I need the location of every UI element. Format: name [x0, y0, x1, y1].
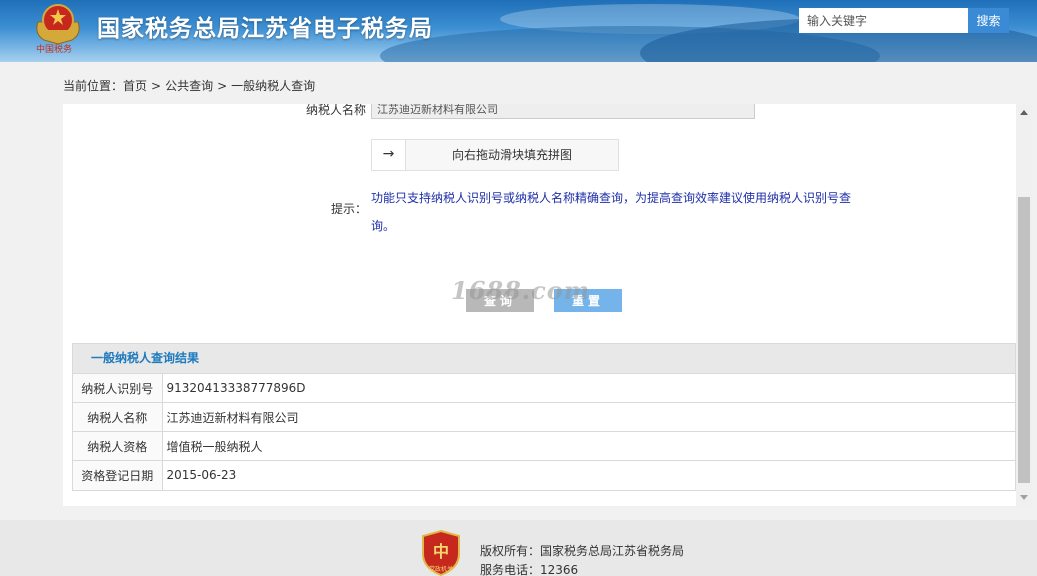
taxpayer-name-label: 纳税人名称 — [306, 104, 367, 117]
scroll-down-icon[interactable] — [1020, 495, 1028, 500]
breadcrumb-separator: > — [217, 79, 228, 93]
scrollbar-thumb[interactable] — [1018, 197, 1030, 483]
svg-text:中: 中 — [433, 542, 449, 561]
arrow-right-icon: → — [382, 146, 395, 162]
search-input[interactable] — [799, 8, 968, 33]
taxpayer-name-field[interactable]: 江苏迪迈新材料有限公司 — [371, 104, 755, 119]
row-value: 江苏迪迈新材料有限公司 — [162, 402, 1015, 432]
emblem-caption: 中国税务 — [36, 45, 73, 55]
row-value: 增值税一般纳税人 — [162, 431, 1015, 461]
copyright-text: 版权所有：国家税务总局江苏省税务局 — [480, 544, 685, 558]
site-title: 国家税务总局江苏省电子税务局 — [97, 16, 433, 42]
slider-hint: 向右拖动滑块填充拼图 — [451, 148, 572, 162]
svg-text:党政机关: 党政机关 — [429, 565, 453, 573]
breadcrumb-home[interactable]: 首页 — [123, 79, 147, 93]
watermark: 1688.com — [451, 276, 591, 305]
query-panel: 纳税人名称 江苏迪迈新材料有限公司 → 向右拖动滑块填充拼图 提示： 功能只支持… — [63, 104, 1032, 506]
row-value: 2015-06-23 — [162, 460, 1015, 490]
breadcrumb-separator: > — [151, 79, 162, 93]
site-header: 中国税务 国家税务总局江苏省电子税务局 搜索 — [0, 0, 1037, 62]
breadcrumb: 当前位置：首页 > 公共查询 > 一般纳税人查询 — [63, 77, 315, 94]
results-table: 一般纳税人查询结果 纳税人识别号 91320413338777896D 纳税人名… — [72, 343, 1016, 491]
breadcrumb-prefix: 当前位置： — [63, 79, 124, 93]
search-button[interactable]: 搜索 — [968, 8, 1009, 33]
slider-handle[interactable]: → — [372, 140, 406, 170]
row-key: 纳税人资格 — [73, 431, 163, 461]
table-row: 纳税人资格 增值税一般纳税人 — [73, 431, 1015, 461]
row-value: 91320413338777896D — [162, 373, 1015, 403]
breadcrumb-public-query[interactable]: 公共查询 — [165, 79, 213, 93]
scroll-up-icon[interactable] — [1020, 110, 1028, 115]
table-row: 纳税人识别号 91320413338777896D — [73, 373, 1015, 403]
table-row: 资格登记日期 2015-06-23 — [73, 460, 1015, 490]
row-key: 纳税人名称 — [73, 402, 163, 432]
vertical-scrollbar[interactable] — [1016, 104, 1032, 506]
row-key: 纳税人识别号 — [73, 373, 163, 403]
row-key: 资格登记日期 — [73, 460, 163, 490]
breadcrumb-current: 一般纳税人查询 — [231, 79, 316, 93]
tip-text: 功能只支持纳税人识别号或纳税人名称精确查询，为提高查询效率建议使用纳税人识别号查… — [371, 191, 852, 233]
tip-label: 提示： — [331, 202, 368, 216]
tax-emblem-icon — [36, 4, 80, 45]
results-title: 一般纳税人查询结果 — [73, 344, 1015, 373]
party-government-badge-icon: 中 党政机关 — [422, 530, 460, 576]
table-row: 纳税人名称 江苏迪迈新材料有限公司 — [73, 402, 1015, 432]
site-footer: 中 党政机关 版权所有：国家税务总局江苏省税务局 服务电话：12366 — [0, 520, 1037, 576]
service-hotline: 服务电话：12366 — [480, 563, 579, 576]
captcha-slider[interactable]: → 向右拖动滑块填充拼图 — [371, 139, 619, 171]
